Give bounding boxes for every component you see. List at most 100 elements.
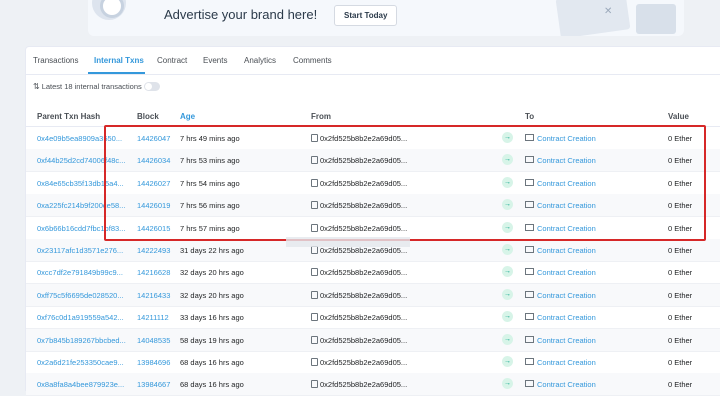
summary-text: Latest 18 internal transactions bbox=[41, 82, 142, 91]
table-row: 0x2a6d21fe253350cae9... 13984696 68 days 1… bbox=[26, 351, 720, 374]
from-address[interactable]: 0x2fd525b8b2e2a69d05... bbox=[311, 134, 407, 143]
parent-txn-hash-link[interactable]: 0x6b66b16cdd7fbc1bf83... bbox=[37, 224, 125, 233]
contract-file-icon bbox=[311, 201, 318, 210]
arrow-right-icon: → bbox=[502, 244, 513, 255]
to-contract-creation[interactable]: Contract Creation bbox=[525, 268, 596, 277]
tab-contract[interactable]: Contract bbox=[157, 56, 187, 65]
to-contract-creation[interactable]: Contract Creation bbox=[525, 223, 596, 233]
from-address[interactable]: 0x2fd525b8b2e2a69d05... bbox=[311, 335, 408, 345]
value-text: 0 Ether bbox=[668, 335, 693, 345]
tab-events[interactable]: Events bbox=[203, 56, 227, 65]
contract-file-icon bbox=[311, 246, 318, 254]
table-row: 0xff75c5f6695de028520... 14216433 32 days … bbox=[26, 283, 720, 307]
value-text: 0 Ether bbox=[668, 201, 693, 211]
from-address[interactable]: 0x2fd525b8b2e2a69d05... bbox=[311, 290, 407, 300]
arrow-right-icon: → bbox=[502, 333, 513, 345]
to-contract-creation[interactable]: Contract Creation bbox=[525, 134, 596, 143]
contract-file-icon bbox=[311, 156, 318, 165]
to-text: Contract Creation bbox=[537, 335, 596, 345]
to-text: Contract Creation bbox=[537, 380, 596, 390]
parent-txn-hash-link[interactable]: 0x7b845b189267bbcbed... bbox=[37, 336, 126, 345]
age-text: 32 days 20 hrs ago bbox=[180, 268, 244, 278]
block-link[interactable]: 14426015 bbox=[137, 224, 170, 233]
block-link[interactable]: 14426027 bbox=[137, 179, 170, 188]
from-address[interactable]: 0x2fd525b8b2e2a69d05... bbox=[311, 223, 407, 233]
parent-txn-hash-link[interactable]: 0xf76c0d1a919559a542... bbox=[37, 313, 124, 322]
block-link[interactable]: 13984696 bbox=[137, 358, 170, 367]
tab-comments[interactable]: Comments bbox=[293, 56, 332, 65]
parent-txn-hash-link[interactable]: 0x2a6d21fe253350cae9... bbox=[37, 358, 124, 367]
to-contract-creation[interactable]: Contract Creation bbox=[525, 156, 596, 165]
watermark bbox=[286, 237, 410, 247]
from-address[interactable]: 0x2fd525b8b2e2a69d05... bbox=[311, 313, 407, 322]
advanced-mode-toggle[interactable] bbox=[144, 82, 160, 91]
to-contract-creation[interactable]: Contract Creation bbox=[525, 335, 596, 345]
block-link[interactable]: 13984667 bbox=[137, 380, 170, 389]
parent-txn-hash-link[interactable]: 0x23117afc1d3571e276... bbox=[37, 246, 123, 255]
parent-txn-hash-link[interactable]: 0xcc7df2e791849b99c9... bbox=[37, 268, 123, 277]
arrow-right-icon: → bbox=[502, 288, 513, 300]
from-address-text: 0x2fd525b8b2e2a69d05... bbox=[320, 335, 408, 345]
to-text: Contract Creation bbox=[537, 223, 596, 233]
tab-transactions[interactable]: Transactions bbox=[33, 56, 79, 65]
contract-icon bbox=[525, 134, 534, 141]
parent-txn-hash-link[interactable]: 0xa225fc214b9f200ce58... bbox=[37, 201, 125, 210]
from-address[interactable]: 0x2fd525b8b2e2a69d05... bbox=[311, 268, 407, 277]
parent-txn-hash-link[interactable]: 0x84e65cb35f13db15a4... bbox=[37, 179, 124, 188]
from-address[interactable]: 0x2fd525b8b2e2a69d05... bbox=[311, 156, 407, 165]
block-link[interactable]: 14216433 bbox=[137, 291, 170, 300]
to-text: Contract Creation bbox=[537, 358, 596, 367]
block-link[interactable]: 14211112 bbox=[137, 313, 169, 322]
contract-file-icon bbox=[311, 178, 318, 187]
block-link[interactable]: 14426047 bbox=[137, 134, 170, 143]
table-row: 0xcc7df2e791849b99c9... 14216628 32 days 2… bbox=[26, 261, 720, 285]
parent-txn-hash-link[interactable]: 0x4e09b5ea8909a3550... bbox=[37, 134, 122, 143]
from-address[interactable]: 0x2fd525b8b2e2a69d05... bbox=[311, 380, 407, 389]
parent-txn-hash-link[interactable]: 0xff75c5f6695de028520... bbox=[37, 291, 124, 300]
parent-txn-hash-link[interactable]: 0xf44b25d2cd74006f48c... bbox=[37, 156, 125, 165]
from-address-text: 0x2fd525b8b2e2a69d05... bbox=[320, 358, 408, 367]
from-address[interactable]: 0x2fd525b8b2e2a69d05... bbox=[311, 178, 407, 188]
contract-file-icon bbox=[311, 290, 318, 299]
age-text: 7 hrs 53 mins ago bbox=[180, 156, 240, 166]
to-text: Contract Creation bbox=[537, 178, 596, 188]
arrow-right-icon: → bbox=[502, 221, 513, 233]
to-contract-creation[interactable]: Contract Creation bbox=[525, 246, 596, 255]
block-link[interactable]: 14048535 bbox=[137, 336, 170, 345]
contract-icon bbox=[525, 178, 534, 186]
from-address[interactable]: 0x2fd525b8b2e2a69d05... bbox=[311, 246, 407, 255]
contract-icon bbox=[525, 358, 534, 365]
to-contract-creation[interactable]: Contract Creation bbox=[525, 380, 596, 389]
col-age[interactable]: Age bbox=[180, 112, 195, 121]
from-address-text: 0x2fd525b8b2e2a69d05... bbox=[320, 313, 408, 323]
contract-icon bbox=[525, 156, 534, 164]
to-contract-creation[interactable]: Contract Creation bbox=[525, 358, 596, 367]
to-contract-creation[interactable]: Contract Creation bbox=[525, 178, 596, 188]
block-link[interactable]: 14216628 bbox=[137, 268, 170, 277]
age-text: 33 days 16 hrs ago bbox=[180, 313, 244, 323]
from-address[interactable]: 0x2fd525b8b2e2a69d05... bbox=[311, 358, 407, 367]
arrow-right-icon: → bbox=[502, 132, 513, 143]
ad-banner[interactable]: Advertise your brand here! Start Today ✕ bbox=[88, 0, 684, 36]
to-contract-creation[interactable]: Contract Creation bbox=[525, 313, 596, 322]
tab-internal-txns[interactable]: Internal Txns bbox=[94, 56, 144, 65]
table-row: 0x7b845b189267bbcbed... 14048535 58 days 1… bbox=[26, 328, 720, 352]
from-address[interactable]: 0x2fd525b8b2e2a69d05... bbox=[311, 201, 407, 210]
to-contract-creation[interactable]: Contract Creation bbox=[525, 290, 596, 300]
tab-analytics[interactable]: Analytics bbox=[244, 56, 276, 65]
tab-bar: Transactions Internal Txns Contract Even… bbox=[26, 47, 720, 75]
to-contract-creation[interactable]: Contract Creation bbox=[525, 201, 596, 210]
close-icon[interactable]: ✕ bbox=[604, 6, 612, 17]
block-link[interactable]: 14426019 bbox=[137, 201, 170, 210]
start-today-button[interactable]: Start Today bbox=[334, 5, 398, 26]
parent-txn-hash-link[interactable]: 0x8a8fa8a4bee879923e... bbox=[37, 380, 124, 389]
block-link[interactable]: 14426034 bbox=[137, 156, 170, 165]
age-text: 7 hrs 49 mins ago bbox=[180, 134, 240, 143]
age-text: 32 days 20 hrs ago bbox=[180, 290, 244, 300]
table-row: 0xf76c0d1a919559a542... 14211112 33 days 1… bbox=[26, 306, 720, 330]
from-address-text: 0x2fd525b8b2e2a69d05... bbox=[320, 134, 408, 143]
from-address-text: 0x2fd525b8b2e2a69d05... bbox=[320, 156, 408, 166]
block-link[interactable]: 14222493 bbox=[137, 246, 170, 255]
age-text: 68 days 16 hrs ago bbox=[180, 358, 244, 367]
txn-summary: ⇅ Latest 18 internal transactions bbox=[33, 82, 142, 91]
